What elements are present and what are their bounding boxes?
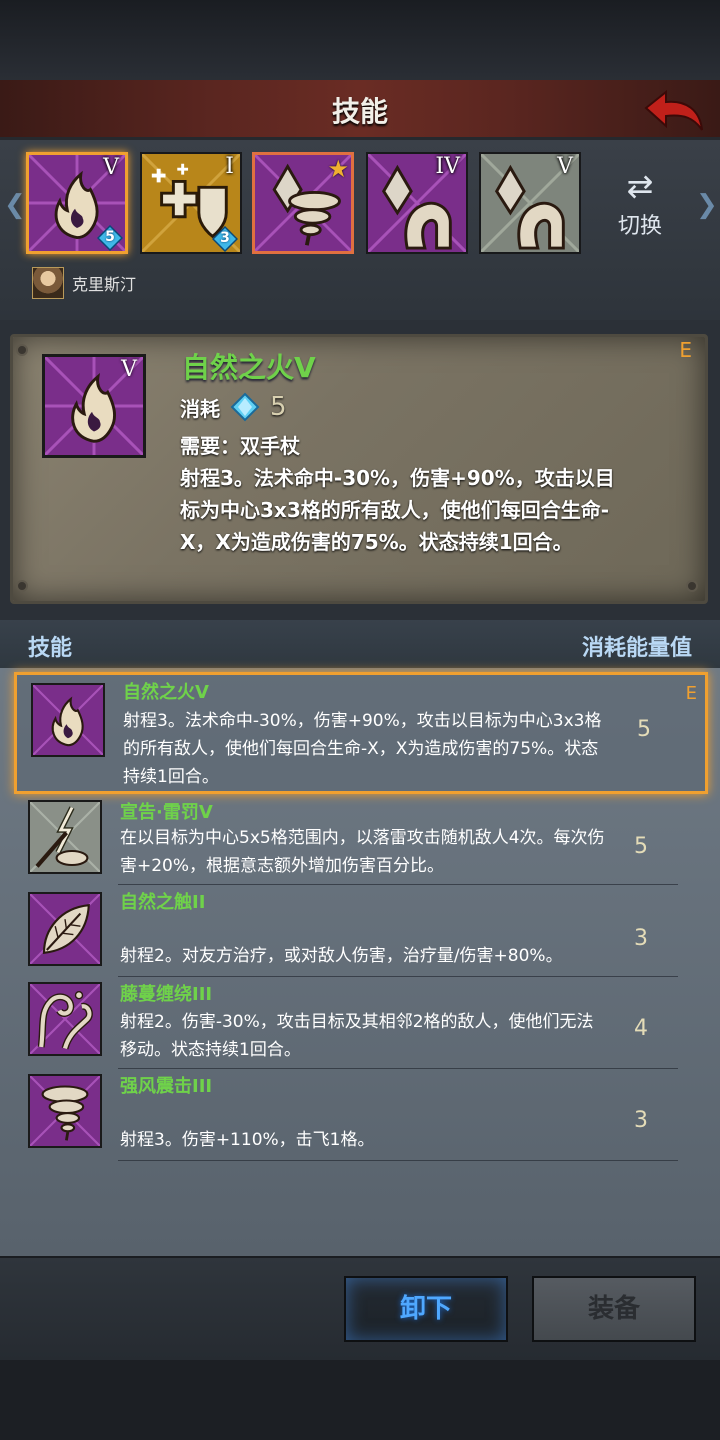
list-item[interactable]: 藤蔓缠绕III 射程2。伤害-30%，攻击目标及其相邻2格的敌人，使他们无法移动… xyxy=(14,978,708,1068)
character-name: 克里斯汀 xyxy=(72,275,137,294)
equipped-slot-3[interactable]: ★ xyxy=(252,152,354,254)
cost-badge: 5 xyxy=(97,225,123,251)
list-skill-desc: 射程2。对友方治疗，或对敌人伤害，治疗量/伤害+80%。 xyxy=(120,946,563,966)
rivet xyxy=(16,344,28,356)
avatar xyxy=(32,267,64,299)
list-skill-cost: 4 xyxy=(634,1016,648,1041)
list-skill-name: 自然之火V xyxy=(123,682,209,703)
list-skill-icon xyxy=(28,1074,102,1148)
list-header-skill: 技能 xyxy=(28,636,73,661)
whirlwind-icon xyxy=(30,1076,100,1146)
divider xyxy=(118,884,678,885)
list-header-cost: 消耗能量值 xyxy=(581,636,692,661)
equip-button[interactable]: 装备 xyxy=(532,1276,696,1342)
energy-gem-icon xyxy=(230,392,260,422)
skill-level: IV xyxy=(435,154,460,179)
divider xyxy=(118,1068,678,1069)
cost-badge: 3 xyxy=(212,226,238,252)
unequip-button[interactable]: 卸下 xyxy=(344,1276,508,1342)
page-title: 技能 xyxy=(331,95,388,128)
list-skill-icon xyxy=(31,683,105,757)
list-skill-desc: 射程3。法术命中-30%，伤害+90%，攻击以目标为中心3x3格的所有敌人，使他… xyxy=(123,711,602,787)
vine-icon xyxy=(30,984,100,1054)
equipped-slot-1[interactable]: V 5 xyxy=(26,152,128,254)
divider xyxy=(118,1160,678,1161)
equipped-slot-2[interactable]: I 3 xyxy=(140,152,242,254)
nav-area xyxy=(0,1360,720,1440)
cost-value: 5 xyxy=(270,392,287,422)
list-item[interactable]: 强风震击III 射程3。伤害+110%，击飞1格。 3 xyxy=(14,1070,708,1160)
list-skill-icon xyxy=(28,982,102,1056)
detail-skill-name: 自然之火V xyxy=(182,351,316,384)
list-skill-icon xyxy=(28,800,102,874)
list-skill-name: 强风震击III xyxy=(120,1076,213,1097)
requirement-text: 需要：双手杖 xyxy=(180,434,300,458)
flame-icon xyxy=(33,685,103,755)
skill-level: V xyxy=(103,155,119,180)
rivet xyxy=(16,580,28,592)
scroll-right-icon[interactable]: ❯ xyxy=(696,190,718,220)
equipped-slot-5[interactable]: V xyxy=(479,152,581,254)
back-arrow-icon[interactable] xyxy=(642,86,706,136)
list-skill-name: 自然之触II xyxy=(120,892,206,913)
list-skill-desc: 在以目标为中心5x5格范围内，以落雷攻击随机敌人4次。每次伤害+20%，根据意志… xyxy=(120,828,605,876)
divider xyxy=(118,976,678,977)
skill-level: V xyxy=(121,357,137,382)
switch-label: 切换 xyxy=(617,214,662,239)
rivet xyxy=(686,580,698,592)
list-skill-name: 宣告·雷罚V xyxy=(120,802,213,823)
grade-badge: E xyxy=(679,338,692,362)
list-skill-icon xyxy=(28,892,102,966)
equipped-slot-4[interactable]: IV xyxy=(366,152,468,254)
list-item[interactable]: 自然之触II 射程2。对友方治疗，或对敌人伤害，治疗量/伤害+80%。 3 xyxy=(14,886,708,976)
list-item[interactable]: 自然之火V 射程3。法术命中-30%，伤害+90%，攻击以目标为中心3x3格的所… xyxy=(14,672,708,794)
list-skill-cost: 3 xyxy=(634,926,648,951)
status-area xyxy=(0,0,720,80)
character-row: 克里斯汀 xyxy=(32,266,136,300)
detail-skill-icon: V xyxy=(42,354,146,458)
scroll-left-icon[interactable]: ❮ xyxy=(4,190,26,220)
cost-label: 消耗 xyxy=(180,396,220,421)
list-item[interactable]: 宣告·雷罚V 在以目标为中心5x5格范围内，以落雷攻击随机敌人4次。每次伤害+2… xyxy=(14,796,708,884)
skill-level: I xyxy=(225,154,234,179)
star-icon: ★ xyxy=(327,155,349,183)
skill-level: V xyxy=(557,154,573,179)
swap-arrows-icon: ⇄ xyxy=(626,167,654,205)
leaf-icon xyxy=(30,894,100,964)
list-skill-cost: 5 xyxy=(634,834,648,859)
list-skill-cost: 3 xyxy=(634,1108,648,1133)
lightning-totem-icon xyxy=(30,802,100,872)
title-bar: 技能 xyxy=(0,80,720,140)
list-skill-cost: 5 xyxy=(637,717,651,742)
list-skill-desc: 射程2。伤害-30%，攻击目标及其相邻2格的敌人，使他们无法移动。状态持续1回合… xyxy=(120,1012,594,1060)
list-header: 技能 消耗能量值 xyxy=(0,620,720,668)
grade-badge: E xyxy=(685,683,697,704)
list-skill-name: 藤蔓缠绕III xyxy=(120,984,213,1005)
detail-description: 射程3。法术命中-30%，伤害+90%，攻击以目标为中心3x3格的所有敌人，使他… xyxy=(180,466,615,554)
list-skill-desc: 射程3。伤害+110%，击飞1格。 xyxy=(120,1130,375,1150)
cost-row: 消耗 5 xyxy=(180,392,287,422)
switch-button[interactable]: ⇄ 切换 xyxy=(608,168,672,240)
